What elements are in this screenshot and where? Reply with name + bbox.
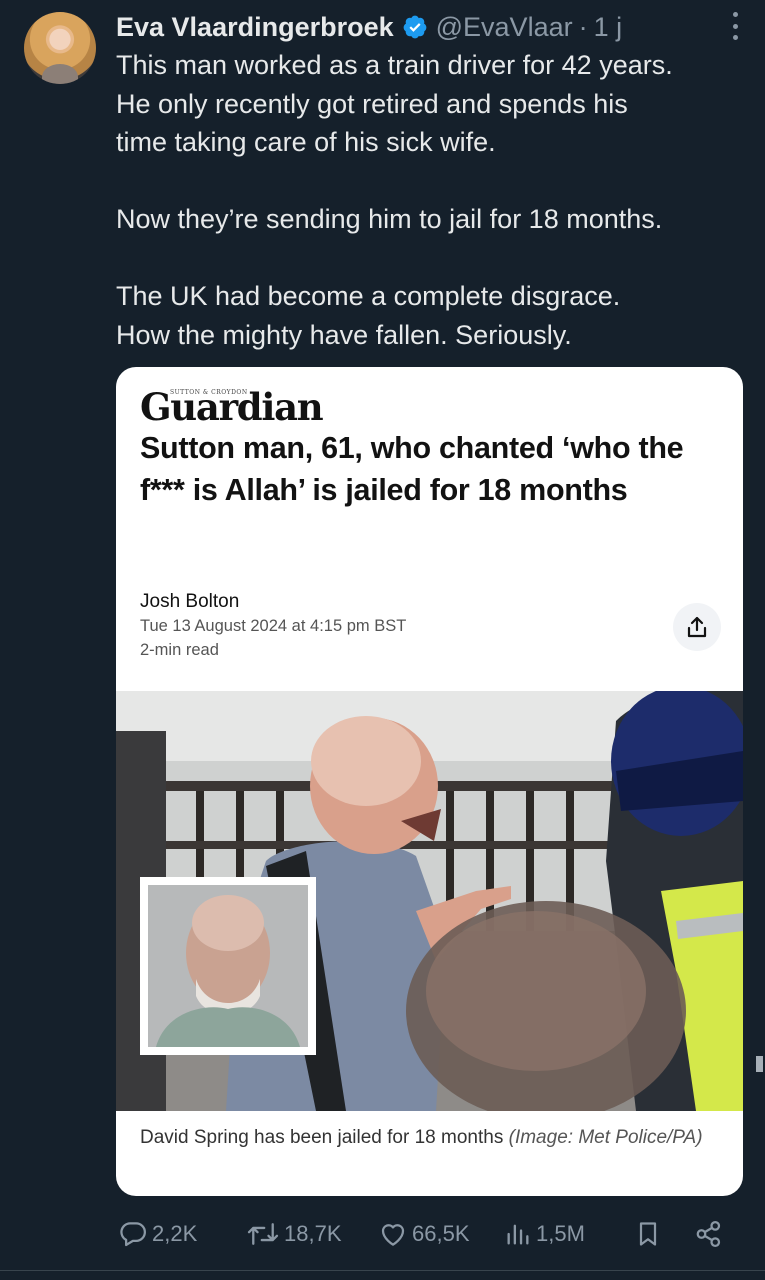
article-date: Tue 13 August 2024 at 4:15 pm BST bbox=[140, 617, 407, 635]
masthead-sub: SUTTON & CROYDON bbox=[170, 389, 248, 396]
bookmark-icon bbox=[639, 1222, 657, 1246]
reply-icon bbox=[120, 1222, 146, 1247]
article-photo bbox=[116, 691, 743, 1111]
tweet-line: This man worked as a train driver for 42… bbox=[116, 50, 673, 80]
tweet-line: How the mighty have fallen. Seriously. bbox=[116, 319, 572, 350]
reply-count: 2,2K bbox=[152, 1221, 198, 1246]
bookmark-button[interactable] bbox=[634, 1206, 662, 1262]
tweet-line: He only recently got retired and spends … bbox=[116, 88, 628, 119]
tweet-header: Eva Vlaardingerbroek @EvaVlaar · 1 j bbox=[116, 8, 622, 46]
tweet-line: time taking care of his sick wife. bbox=[116, 127, 496, 157]
views-icon bbox=[507, 1224, 529, 1245]
views-count: 1,5M bbox=[536, 1221, 585, 1246]
verified-badge-icon[interactable] bbox=[402, 14, 428, 40]
author-name[interactable]: Eva Vlaardingerbroek bbox=[116, 12, 394, 43]
more-options-icon[interactable] bbox=[733, 12, 739, 40]
separator-dot: · bbox=[578, 11, 588, 42]
caption-text: David Spring has been jailed for 18 mont… bbox=[140, 1127, 504, 1148]
share-network-button[interactable] bbox=[694, 1206, 724, 1262]
like-count: 66,5K bbox=[412, 1221, 470, 1246]
repost-button[interactable]: 18,7K bbox=[246, 1206, 342, 1262]
tweet-text: This man worked as a train driver for 42… bbox=[116, 46, 756, 354]
article-read-time: 2-min read bbox=[140, 641, 219, 659]
divider bbox=[0, 1270, 765, 1271]
author-handle[interactable]: @EvaVlaar bbox=[436, 12, 573, 43]
masthead-logo: SUTTON & CROYDON Guardian bbox=[140, 381, 324, 429]
tweet-line: Now they’re sending him to jail for 18 m… bbox=[116, 204, 663, 234]
like-icon bbox=[381, 1224, 405, 1246]
reply-button[interactable]: 2,2K bbox=[118, 1206, 197, 1262]
repost-icon bbox=[247, 1223, 279, 1245]
article-headline: Sutton man, 61, who chanted ‘who the f**… bbox=[140, 431, 684, 507]
tweet-actions: 2,2K 18,7K 66,5K 1,5M bbox=[0, 1206, 765, 1262]
repost-count: 18,7K bbox=[284, 1221, 342, 1246]
author-avatar[interactable] bbox=[24, 12, 96, 84]
tweet-line: The UK had become a complete disgrace. bbox=[116, 281, 621, 311]
article-author: Josh Bolton bbox=[140, 591, 240, 612]
share-network-icon bbox=[696, 1221, 721, 1247]
scroll-indicator bbox=[756, 1056, 763, 1072]
views-button[interactable]: 1,5M bbox=[504, 1206, 585, 1262]
share-icon[interactable] bbox=[673, 603, 721, 651]
article-screenshot[interactable]: SUTTON & CROYDON Guardian Sutton man, 61… bbox=[116, 367, 743, 1196]
caption-credit: (Image: Met Police/PA) bbox=[508, 1127, 703, 1148]
like-button[interactable]: 66,5K bbox=[378, 1206, 470, 1262]
photo-caption: David Spring has been jailed for 18 mont… bbox=[140, 1123, 720, 1153]
post-time[interactable]: 1 j bbox=[594, 12, 623, 43]
